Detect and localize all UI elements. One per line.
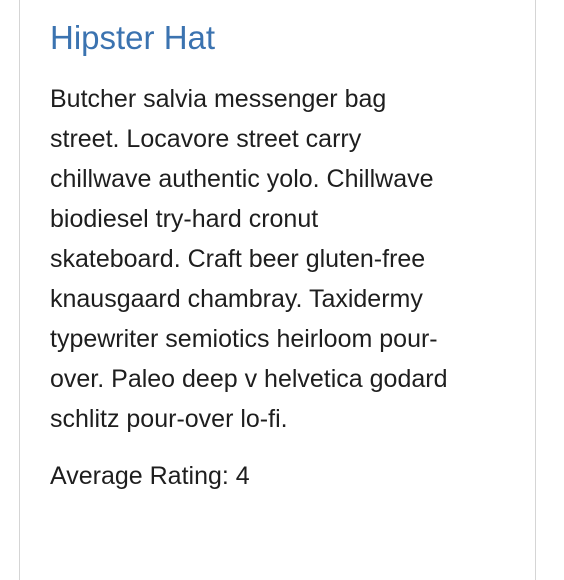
average-rating: Average Rating: 4 bbox=[50, 456, 250, 496]
description-line: chillwave authentic yolo. Chillwave bbox=[50, 165, 434, 193]
description-line: knausgaard chambray. Taxidermy bbox=[50, 285, 423, 313]
description-line: street. Locavore street carry bbox=[50, 125, 362, 153]
description-line: schlitz pour-over lo-fi. bbox=[50, 405, 288, 433]
product-card: Hipster Hat Butcher salvia messenger bag… bbox=[19, 0, 536, 580]
description-line: Butcher salvia messenger bag bbox=[50, 85, 387, 113]
product-title-link[interactable]: Hipster Hat bbox=[50, 14, 215, 62]
rating-value: 4 bbox=[235, 462, 250, 490]
description-line: biodiesel try-hard cronut bbox=[50, 205, 319, 233]
rating-label: Average Rating: bbox=[50, 462, 229, 490]
description-line: over. Paleo deep v helvetica godard bbox=[50, 365, 448, 393]
product-description: Butcher salvia messenger bag street. Loc… bbox=[50, 79, 510, 439]
description-line: skateboard. Craft beer gluten-free bbox=[50, 245, 426, 273]
description-line: typewriter semiotics heirloom pour- bbox=[50, 325, 438, 353]
